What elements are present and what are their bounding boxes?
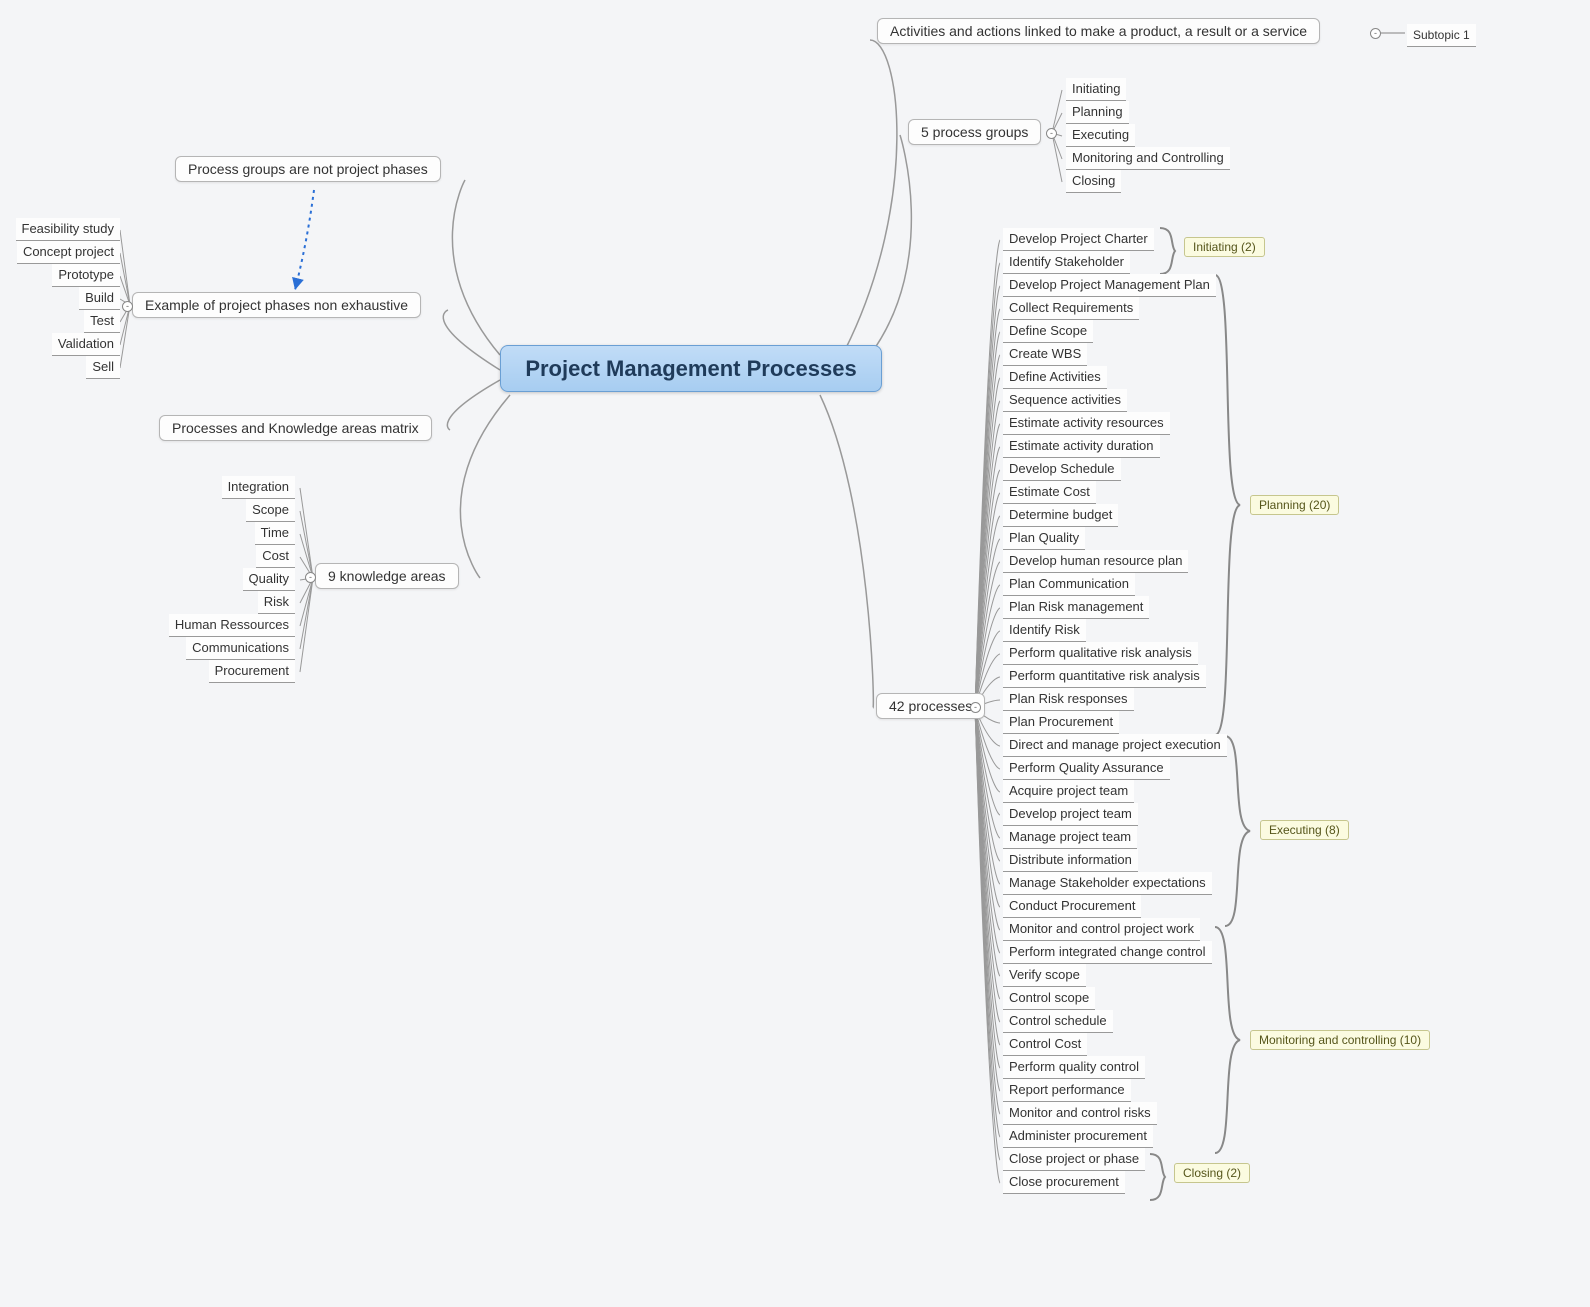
leaf-concept[interactable]: Concept project — [17, 241, 120, 264]
leaf-42[interactable]: Identify Risk — [1003, 619, 1086, 642]
leaf-42[interactable]: Perform integrated change control — [1003, 941, 1212, 964]
leaf-42[interactable]: Estimate activity duration — [1003, 435, 1160, 458]
leaf-42[interactable]: Administer procurement — [1003, 1125, 1153, 1148]
leaf-42[interactable]: Plan Procurement — [1003, 711, 1119, 734]
leaf-42[interactable]: Monitor and control risks — [1003, 1102, 1157, 1125]
leaf-42[interactable]: Develop human resource plan — [1003, 550, 1188, 573]
leaf-pg-initiating[interactable]: Initiating — [1066, 78, 1126, 101]
leaf-42[interactable]: Define Activities — [1003, 366, 1107, 389]
leaf-sell[interactable]: Sell — [86, 356, 120, 379]
leaf-42[interactable]: Develop Schedule — [1003, 458, 1121, 481]
leaf-42[interactable]: Plan Risk responses — [1003, 688, 1134, 711]
leaf-time[interactable]: Time — [255, 522, 295, 545]
leaf-pg-monitoring[interactable]: Monitoring and Controlling — [1066, 147, 1230, 170]
leaf-42[interactable]: Verify scope — [1003, 964, 1086, 987]
leaf-pg-closing[interactable]: Closing — [1066, 170, 1121, 193]
leaf-build[interactable]: Build — [79, 287, 120, 310]
leaf-42[interactable]: Perform Quality Assurance — [1003, 757, 1170, 780]
node-matrix[interactable]: Processes and Knowledge areas matrix — [159, 415, 432, 441]
leaf-42[interactable]: Control scope — [1003, 987, 1095, 1010]
leaf-prototype[interactable]: Prototype — [52, 264, 120, 287]
leaf-42[interactable]: Perform quality control — [1003, 1056, 1145, 1079]
leaf-42[interactable]: Distribute information — [1003, 849, 1138, 872]
leaf-42[interactable]: Control schedule — [1003, 1010, 1113, 1033]
leaf-42[interactable]: Create WBS — [1003, 343, 1087, 366]
leaf-42[interactable]: Perform qualitative risk analysis — [1003, 642, 1198, 665]
leaf-pg-planning[interactable]: Planning — [1066, 101, 1129, 124]
leaf-hr[interactable]: Human Ressources — [169, 614, 295, 637]
leaf-42[interactable]: Acquire project team — [1003, 780, 1134, 803]
leaf-procurement[interactable]: Procurement — [209, 660, 295, 683]
leaf-42[interactable]: Estimate Cost — [1003, 481, 1096, 504]
leaf-42[interactable]: Identify Stakeholder — [1003, 251, 1130, 274]
leaf-scope[interactable]: Scope — [246, 499, 295, 522]
leaf-quality[interactable]: Quality — [243, 568, 295, 591]
leaf-feasibility[interactable]: Feasibility study — [16, 218, 120, 241]
leaf-42[interactable]: Report performance — [1003, 1079, 1131, 1102]
leaf-42[interactable]: Manage Stakeholder expectations — [1003, 872, 1212, 895]
node-42-processes[interactable]: 42 processes — [876, 693, 985, 719]
leaf-42[interactable]: Determine budget — [1003, 504, 1118, 527]
leaf-42[interactable]: Collect Requirements — [1003, 297, 1139, 320]
collapse-icon[interactable]: - — [122, 301, 133, 312]
leaf-comms[interactable]: Communications — [186, 637, 295, 660]
leaf-cost[interactable]: Cost — [256, 545, 295, 568]
leaf-42[interactable]: Develop Project Management Plan — [1003, 274, 1216, 297]
leaf-42[interactable]: Manage project team — [1003, 826, 1137, 849]
collapse-icon[interactable]: - — [970, 702, 981, 713]
node-knowledge-areas[interactable]: 9 knowledge areas — [315, 563, 459, 589]
leaf-42[interactable]: Plan Communication — [1003, 573, 1135, 596]
node-activities[interactable]: Activities and actions linked to make a … — [877, 18, 1320, 44]
leaf-pg-executing[interactable]: Executing — [1066, 124, 1135, 147]
leaf-42[interactable]: Sequence activities — [1003, 389, 1127, 412]
collapse-icon[interactable]: - — [1370, 28, 1381, 39]
group-label-monitoring: Monitoring and controlling (10) — [1250, 1030, 1430, 1050]
leaf-validation[interactable]: Validation — [52, 333, 120, 356]
leaf-42[interactable]: Plan Risk management — [1003, 596, 1149, 619]
node-5-process-groups[interactable]: 5 process groups — [908, 119, 1041, 145]
leaf-42[interactable]: Close procurement — [1003, 1171, 1125, 1194]
mindmap-canvas[interactable]: Project Management Processes Process gro… — [0, 0, 1590, 1307]
leaf-42[interactable]: Conduct Procurement — [1003, 895, 1141, 918]
leaf-42[interactable]: Define Scope — [1003, 320, 1093, 343]
leaf-integration[interactable]: Integration — [222, 476, 295, 499]
node-process-groups-note[interactable]: Process groups are not project phases — [175, 156, 441, 182]
group-label-executing: Executing (8) — [1260, 820, 1349, 840]
leaf-42[interactable]: Perform quantitative risk analysis — [1003, 665, 1206, 688]
collapse-icon[interactable]: - — [305, 572, 316, 583]
group-label-planning: Planning (20) — [1250, 495, 1339, 515]
leaf-42[interactable]: Develop Project Charter — [1003, 228, 1154, 251]
leaf-42[interactable]: Estimate activity resources — [1003, 412, 1170, 435]
leaf-subtopic1[interactable]: Subtopic 1 — [1407, 24, 1476, 47]
leaf-42[interactable]: Direct and manage project execution — [1003, 734, 1227, 757]
group-label-closing: Closing (2) — [1174, 1163, 1250, 1183]
leaf-42[interactable]: Close project or phase — [1003, 1148, 1145, 1171]
collapse-icon[interactable]: - — [1046, 128, 1057, 139]
leaf-42[interactable]: Develop project team — [1003, 803, 1138, 826]
node-example-phases[interactable]: Example of project phases non exhaustive — [132, 292, 421, 318]
leaf-risk[interactable]: Risk — [258, 591, 295, 614]
leaf-42[interactable]: Plan Quality — [1003, 527, 1085, 550]
center-node[interactable]: Project Management Processes — [500, 345, 882, 392]
group-label-initiating: Initiating (2) — [1184, 237, 1265, 257]
leaf-42[interactable]: Control Cost — [1003, 1033, 1087, 1056]
leaf-test[interactable]: Test — [84, 310, 120, 333]
leaf-42[interactable]: Monitor and control project work — [1003, 918, 1200, 941]
